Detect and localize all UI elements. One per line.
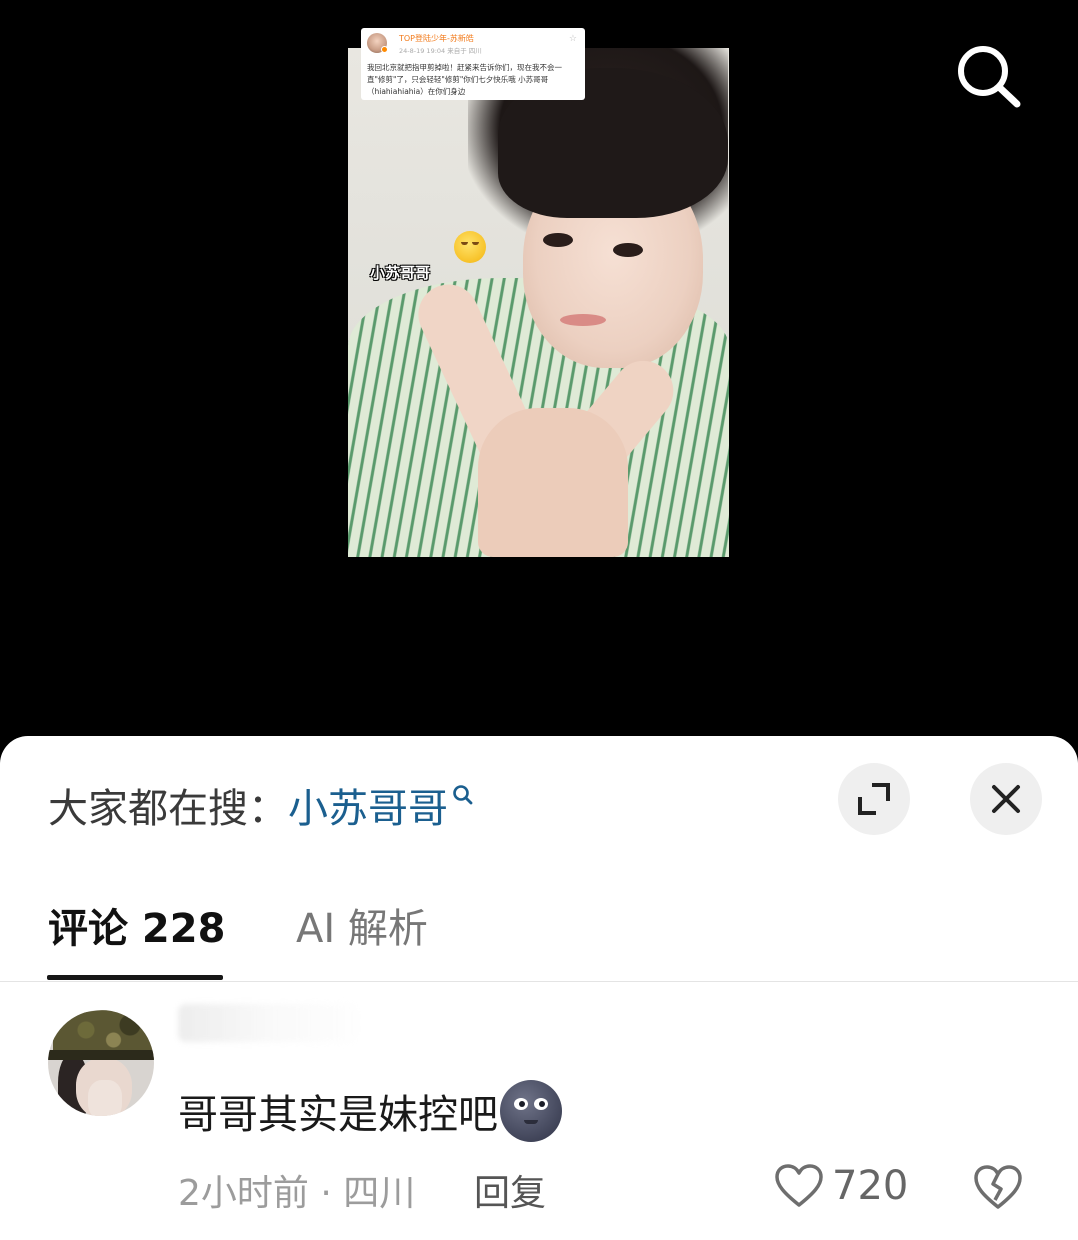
dislike-button[interactable] (972, 1162, 1024, 1212)
drooling-face-emoji (454, 231, 486, 263)
video-player[interactable]: 小苏哥哥 TOP登陆少年-苏新皓 24-8-19 19:04 来自于 四川 ☆ … (0, 0, 1078, 760)
video-frame[interactable]: 小苏哥哥 (348, 48, 729, 557)
search-suggestion: 大家都在搜：小苏哥哥 (48, 776, 474, 834)
emoji-mouth (524, 1120, 538, 1124)
like-button[interactable]: 720 (774, 1158, 908, 1214)
avatar-hand (88, 1080, 122, 1116)
like-count: 720 (832, 1163, 909, 1209)
reply-button[interactable]: 回复 (474, 1164, 546, 1216)
post-text: 我回北京就把指甲剪掉啦！赶紧来告诉你们，现在我不会一直"修剪"了，只会轻轻"修剪… (367, 63, 562, 96)
sheet-tabs: 评论 228 AI 解析 (0, 886, 1078, 982)
lips-image (560, 314, 606, 326)
star-icon: ☆ (568, 34, 577, 44)
eye-right (613, 243, 643, 257)
comment-sheet: 大家都在搜：小苏哥哥 评论 228 AI 解析 哥哥其实是妹控吧 2小时前 · … (0, 736, 1078, 1240)
expand-button[interactable] (838, 763, 910, 835)
tab-ai-analysis[interactable]: AI 解析 (296, 896, 428, 954)
comment-meta: 2小时前 · 四川 (178, 1173, 416, 1214)
broken-heart-icon (974, 1165, 1022, 1209)
comment-text: 哥哥其实是妹控吧 (178, 1080, 562, 1148)
tab-comments[interactable]: 评论 228 (48, 896, 225, 954)
heart-icon (775, 1164, 823, 1207)
active-tab-indicator (47, 975, 223, 980)
search-button[interactable] (950, 40, 1026, 112)
search-small-icon (452, 776, 474, 805)
comment-body: 哥哥其实是妹控吧 (178, 1092, 498, 1138)
username-blurred[interactable] (178, 1004, 358, 1042)
avatar[interactable] (48, 1010, 154, 1116)
expand-icon (858, 783, 890, 815)
weibo-post-card: TOP登陆少年-苏新皓 24-8-19 19:04 来自于 四川 ☆ 我回北京就… (361, 28, 585, 100)
new-moon-face-emoji (500, 1080, 562, 1142)
close-icon (992, 785, 1020, 813)
post-meta: 24-8-19 19:04 来自于 四川 (399, 47, 482, 55)
search-hint-prefix: 大家都在搜： (48, 786, 288, 832)
post-username: TOP登陆少年-苏新皓 (399, 34, 474, 43)
video-overlay-label: 小苏哥哥 (370, 264, 431, 282)
search-icon (958, 46, 1021, 108)
search-keyword-link[interactable]: 小苏哥哥 (288, 786, 448, 832)
eye-left (543, 233, 573, 247)
close-button[interactable] (970, 763, 1042, 835)
emoji-eye-right (534, 1098, 548, 1110)
palm-image (478, 408, 628, 557)
avatar-hat-brim (48, 1050, 154, 1060)
emoji-eye-left (514, 1098, 528, 1110)
comment-item: 哥哥其实是妹控吧 2小时前 · 四川 回复 720 (0, 982, 1078, 1240)
vip-badge-icon (381, 46, 388, 53)
